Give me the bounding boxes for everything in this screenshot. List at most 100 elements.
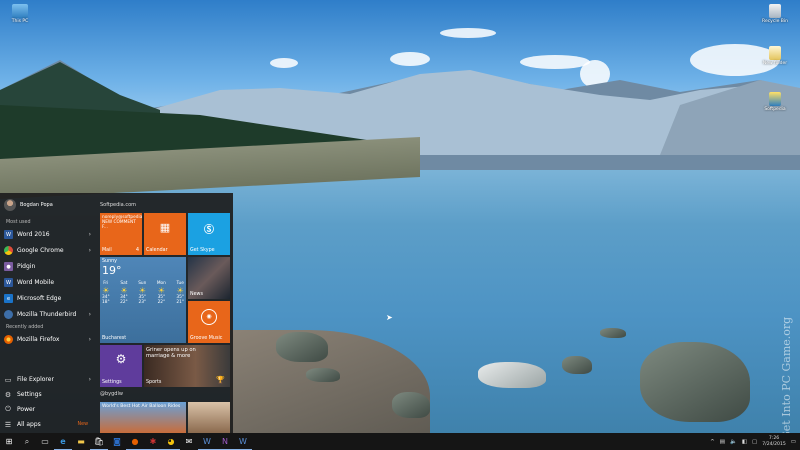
search-icon[interactable]: ⌕ bbox=[18, 433, 36, 450]
chevron-right-icon[interactable]: › bbox=[89, 336, 91, 343]
clock[interactable]: 7:26 7/24/2015 bbox=[762, 436, 786, 448]
power-button[interactable]: ⏻ Power bbox=[4, 403, 94, 416]
rock bbox=[392, 392, 430, 418]
desktop-icon-new-folder[interactable]: New folder bbox=[755, 46, 795, 66]
sun-icon: ☀ bbox=[176, 286, 184, 295]
word-icon: W bbox=[4, 230, 13, 239]
notification-icon[interactable]: ▭ bbox=[791, 439, 796, 445]
file-explorer-icon[interactable]: ▬ bbox=[72, 433, 90, 450]
sun-icon: ☀ bbox=[120, 286, 128, 295]
mail-preview: NEW COMMENT F... bbox=[102, 220, 136, 230]
tile-label: Groove Music bbox=[190, 336, 223, 341]
all-apps-button[interactable]: ☰ All apps New bbox=[4, 418, 94, 431]
trophy-icon: 🏆 bbox=[216, 376, 225, 384]
pidgin-icon[interactable]: ✱ bbox=[144, 433, 162, 450]
tile-news[interactable]: News bbox=[188, 257, 230, 299]
task-view-icon[interactable]: ▭ bbox=[36, 433, 54, 450]
groove-music-icon: ◉ bbox=[201, 309, 217, 325]
recently-added-label: Recently added bbox=[6, 325, 44, 330]
tile-label: Get Skype bbox=[190, 248, 215, 253]
tile-balloon-story[interactable]: World's Best Hot Air Balloon Rides bbox=[100, 402, 186, 433]
balloon-headline: World's Best Hot Air Balloon Rides bbox=[102, 404, 181, 409]
weather-temp: 19° bbox=[102, 264, 122, 277]
word-mobile-icon[interactable]: W bbox=[234, 433, 252, 450]
tile-get-skype[interactable]: Ⓢ Get Skype bbox=[188, 213, 230, 255]
rock bbox=[306, 368, 340, 382]
tile-settings[interactable]: ⚙ Settings bbox=[100, 345, 142, 387]
chrome-icon bbox=[4, 246, 13, 255]
settings-button[interactable]: ⚙ Settings bbox=[4, 388, 94, 401]
sun-icon: ☀ bbox=[138, 286, 146, 295]
action-center-icon[interactable]: ▢ bbox=[752, 439, 757, 445]
start-icon[interactable]: ⊞ bbox=[0, 433, 18, 450]
onenote-icon[interactable]: N bbox=[216, 433, 234, 450]
recycle-bin-icon bbox=[769, 4, 781, 18]
chevron-up-icon[interactable]: ^ bbox=[710, 439, 715, 445]
app-microsoft-edge[interactable]: e Microsoft Edge bbox=[4, 292, 94, 305]
word-icon[interactable]: W bbox=[198, 433, 216, 450]
system-tray: ^ ▤ 🔈 ◧ ▢ 7:26 7/24/2015 ▭ bbox=[710, 433, 796, 450]
folder-icon: ▭ bbox=[4, 375, 12, 384]
mail-icon[interactable]: ✉ bbox=[180, 433, 198, 450]
app-label: Mozilla Firefox bbox=[17, 336, 60, 343]
app-google-chrome[interactable]: Google Chrome › bbox=[4, 244, 94, 257]
volume-icon[interactable]: 🔈 bbox=[730, 439, 737, 445]
desktop-icon-label: New folder bbox=[762, 61, 788, 66]
user-account[interactable]: Bogdan Popa bbox=[4, 199, 53, 211]
start-menu: Bogdan Popa Most used W Word 2016 › Goog… bbox=[0, 193, 233, 433]
power-icon: ⏻ bbox=[5, 405, 11, 413]
forecast-day: Fri ☀ 34° 18° bbox=[102, 281, 110, 305]
tile-label: Sports bbox=[146, 380, 162, 385]
computer-icon bbox=[12, 4, 28, 18]
desktop-icon-recycle-bin[interactable]: Recycle Bin bbox=[755, 4, 795, 24]
desktop-icon-label: Softpedia bbox=[764, 107, 786, 112]
avatar bbox=[4, 199, 16, 211]
chevron-right-icon[interactable]: › bbox=[89, 247, 91, 254]
desktop-icon-label: This PC bbox=[11, 19, 29, 24]
chevron-right-icon[interactable]: › bbox=[89, 311, 91, 318]
app-word-2016[interactable]: W Word 2016 › bbox=[4, 228, 94, 241]
tile-label: Settings bbox=[102, 380, 122, 385]
rock bbox=[600, 328, 626, 338]
desktop-icon-this-pc[interactable]: This PC bbox=[0, 4, 40, 24]
desktop-icon-softpedia[interactable]: Softpedia bbox=[755, 92, 795, 112]
clock-date: 7/24/2015 bbox=[762, 441, 786, 447]
app-label: Microsoft Edge bbox=[17, 295, 62, 302]
sun-icon: ☀ bbox=[157, 286, 165, 295]
app-label: Google Chrome bbox=[17, 247, 64, 254]
gear-icon: ⚙ bbox=[115, 352, 127, 366]
chrome-icon[interactable]: ◕ bbox=[162, 433, 180, 450]
tile-mail[interactable]: noreply@softpedia.com NEW COMMENT F... M… bbox=[100, 213, 142, 255]
tile-sports[interactable]: Griner opens up on marriage & more Sport… bbox=[144, 345, 230, 387]
app-label: Word 2016 bbox=[17, 231, 50, 238]
app-label: Pidgin bbox=[17, 263, 36, 270]
new-badge: New bbox=[77, 422, 88, 427]
user-name: Bogdan Popa bbox=[20, 202, 53, 208]
most-used-label: Most used bbox=[6, 220, 31, 225]
forecast-day: Mon ☀ 35° 22° bbox=[156, 281, 166, 305]
chevron-right-icon[interactable]: › bbox=[89, 376, 91, 383]
edge-icon[interactable]: e bbox=[54, 433, 72, 450]
outlook-icon[interactable]: ◙ bbox=[108, 433, 126, 450]
app-mozilla-thunderbird[interactable]: Mozilla Thunderbird › bbox=[4, 308, 94, 321]
app-word-mobile[interactable]: W Word Mobile bbox=[4, 276, 94, 289]
firefox-icon[interactable]: ● bbox=[126, 433, 144, 450]
tile-weather[interactable]: Sunny 19° Fri ☀ 34° 18° Sat ☀ 34° 22° Sun ☀ 35° 2… bbox=[100, 257, 186, 343]
rock bbox=[276, 332, 328, 362]
tile-photo[interactable] bbox=[188, 402, 230, 433]
tile-groove-music[interactable]: ◉ Groove Music bbox=[188, 301, 230, 343]
app-mozilla-firefox[interactable]: Mozilla Firefox › bbox=[4, 333, 94, 346]
tile-calendar[interactable]: ▦ Calendar bbox=[144, 213, 186, 255]
weather-city: Bucharest bbox=[102, 336, 127, 341]
skype-icon: Ⓢ bbox=[204, 225, 214, 236]
network-icon[interactable]: ▤ bbox=[720, 439, 725, 445]
file-explorer-button[interactable]: ▭ File Explorer › bbox=[4, 373, 94, 386]
app-pidgin[interactable]: ● Pidgin bbox=[4, 260, 94, 273]
start-menu-tiles: Softpedia.com noreply@softpedia.com NEW … bbox=[99, 193, 233, 433]
watermark: Get Into PC Game.org bbox=[780, 316, 793, 440]
chevron-right-icon[interactable]: › bbox=[89, 231, 91, 238]
firefox-icon bbox=[4, 335, 13, 344]
store-icon[interactable]: 🛍 bbox=[90, 433, 108, 450]
tile-label: News bbox=[190, 292, 203, 297]
language-icon[interactable]: ◧ bbox=[742, 439, 747, 445]
